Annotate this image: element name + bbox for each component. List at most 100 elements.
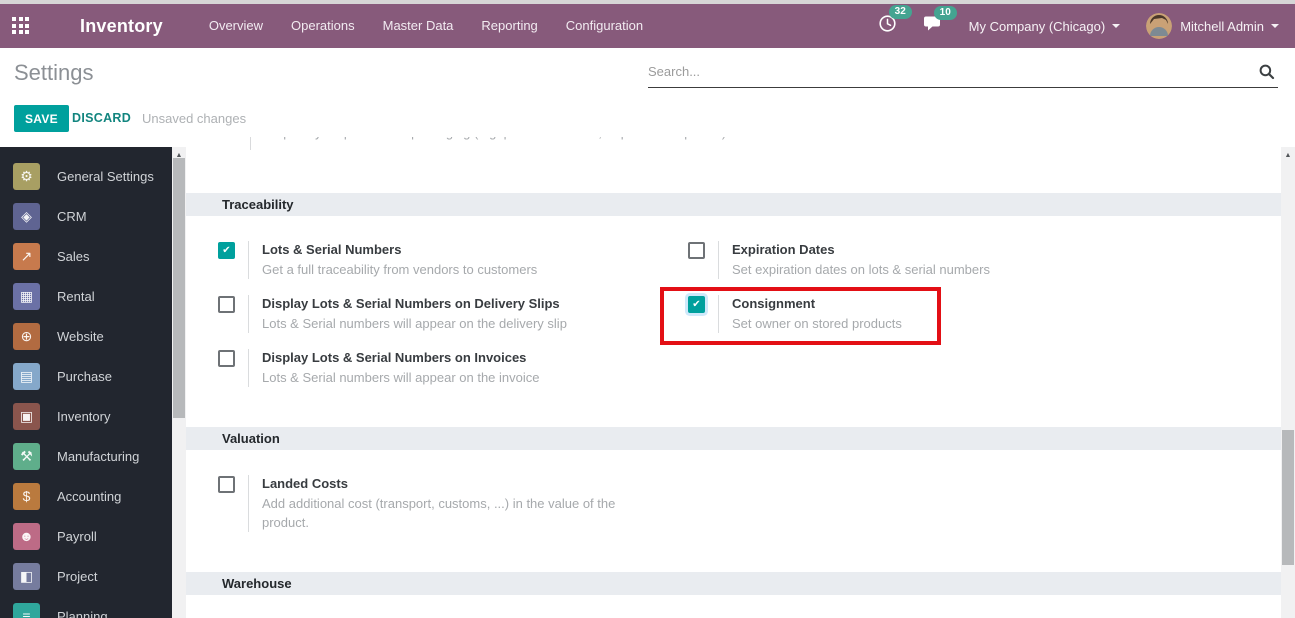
setting-title[interactable]: Display Lots & Serial Numbers on Deliver… bbox=[262, 295, 567, 312]
setting-description: Lots & Serial numbers will appear on the… bbox=[262, 316, 567, 331]
invoice-icon: $ bbox=[13, 482, 40, 510]
setting-title[interactable]: Consignment bbox=[732, 295, 902, 312]
section-valuation: Valuation bbox=[186, 427, 1281, 450]
handshake-icon: ◈ bbox=[13, 202, 40, 230]
gantt-icon: ≡ bbox=[13, 602, 40, 618]
setting-title[interactable]: Lots & Serial Numbers bbox=[262, 241, 537, 258]
setting-title[interactable]: Display Lots & Serial Numbers on Invoice… bbox=[262, 349, 539, 366]
chart-icon: ↗ bbox=[13, 242, 40, 270]
setting-title[interactable]: Expiration Dates bbox=[732, 241, 990, 258]
discard-button[interactable]: DISCARD bbox=[72, 111, 131, 125]
top-navbar: Inventory Overview Operations Master Dat… bbox=[0, 4, 1295, 48]
activities-button[interactable]: 32 bbox=[878, 5, 912, 38]
sidebar-item-general-settings[interactable]: ⚙ General Settings bbox=[0, 156, 172, 196]
settings-sidebar: ⚙ General Settings ◈ CRM ↗ Sales ▦ Renta… bbox=[0, 147, 172, 618]
content-right-scrollbar[interactable]: ▲ bbox=[1281, 147, 1295, 618]
setting-description: Get a full traceability from vendors to … bbox=[262, 262, 538, 277]
main-menu: Overview Operations Master Data Reportin… bbox=[195, 4, 657, 48]
setting-landed-costs: ✔ Landed Costs Add additional cost (tran… bbox=[218, 475, 620, 532]
employee-icon: ☻ bbox=[13, 522, 40, 550]
company-name: My Company (Chicago) bbox=[968, 18, 1106, 34]
settings-header: Settings SAVE DISCARD Unsaved changes bbox=[0, 48, 1295, 147]
menu-operations[interactable]: Operations bbox=[277, 4, 369, 48]
setting-description: Lots & Serial numbers will appear on the… bbox=[262, 370, 540, 385]
sidebar-item-label: CRM bbox=[57, 208, 87, 224]
setting-title[interactable]: Landed Costs bbox=[262, 475, 620, 492]
clipped-setting-text: Propose your products in packaging (e.g.… bbox=[263, 137, 726, 142]
user-name: Mitchell Admin bbox=[1180, 18, 1264, 34]
sidebar-item-crm[interactable]: ◈ CRM bbox=[0, 196, 172, 236]
chevron-down-icon bbox=[1271, 24, 1279, 28]
app-title[interactable]: Inventory bbox=[80, 16, 163, 37]
sidebar-item-project[interactable]: ◧ Project bbox=[0, 556, 172, 596]
menu-reporting[interactable]: Reporting bbox=[467, 4, 551, 48]
checkbox-consignment[interactable]: ✔ bbox=[688, 296, 705, 313]
settings-content: Propose your products in packaging (e.g.… bbox=[186, 137, 1281, 618]
sidebar-item-label: Manufacturing bbox=[57, 448, 140, 464]
sidebar-item-label: Inventory bbox=[57, 408, 111, 424]
avatar bbox=[1146, 13, 1173, 39]
setting-expiration-dates: ✔ Expiration Dates Set expiration dates … bbox=[688, 241, 990, 279]
activities-count-badge: 32 bbox=[888, 5, 912, 19]
section-title: Valuation bbox=[222, 431, 280, 446]
sidebar-item-purchase[interactable]: ▤ Purchase bbox=[0, 356, 172, 396]
sidebar-item-label: Rental bbox=[57, 288, 95, 304]
scrollbar-thumb[interactable] bbox=[173, 158, 185, 418]
apps-grid-icon[interactable] bbox=[12, 17, 30, 35]
sidebar-item-label: Purchase bbox=[57, 368, 112, 384]
checkbox-display-lots-invoices[interactable]: ✔ bbox=[218, 350, 235, 367]
sidebar-item-label: Payroll bbox=[57, 528, 97, 544]
calendar-icon: ▦ bbox=[13, 282, 40, 310]
checkbox-display-lots-delivery-slips[interactable]: ✔ bbox=[218, 296, 235, 313]
sidebar-item-accounting[interactable]: $ Accounting bbox=[0, 476, 172, 516]
section-warehouse: Warehouse bbox=[186, 572, 1281, 595]
gear-icon: ⚙ bbox=[13, 162, 40, 190]
sidebar-item-payroll[interactable]: ☻ Payroll bbox=[0, 516, 172, 556]
sidebar-item-label: Planning bbox=[57, 608, 108, 618]
wrench-icon: ⚒ bbox=[13, 442, 40, 470]
globe-icon: ⊕ bbox=[13, 322, 40, 350]
sidebar-item-rental[interactable]: ▦ Rental bbox=[0, 276, 172, 316]
search-bar bbox=[648, 62, 1278, 88]
scroll-up-arrow-icon[interactable]: ▲ bbox=[1281, 147, 1295, 159]
menu-configuration[interactable]: Configuration bbox=[552, 4, 657, 48]
setting-lots-serial-numbers: ✔ Lots & Serial Numbers Get a full trace… bbox=[218, 241, 537, 279]
setting-display-lots-delivery-slips: ✔ Display Lots & Serial Numbers on Deliv… bbox=[218, 295, 567, 333]
checkbox-landed-costs[interactable]: ✔ bbox=[218, 476, 235, 493]
menu-master-data[interactable]: Master Data bbox=[369, 4, 468, 48]
search-icon[interactable] bbox=[1258, 63, 1276, 86]
page-title: Settings bbox=[14, 60, 94, 85]
sidebar-item-label: Project bbox=[57, 568, 98, 584]
section-traceability: Traceability bbox=[186, 193, 1281, 216]
setting-display-lots-invoices: ✔ Display Lots & Serial Numbers on Invoi… bbox=[218, 349, 539, 387]
sidebar-item-label: General Settings bbox=[57, 168, 154, 184]
sidebar-item-label: Sales bbox=[57, 248, 90, 264]
section-title: Warehouse bbox=[222, 576, 292, 591]
messages-count-badge: 10 bbox=[933, 5, 957, 20]
sidebar-item-label: Accounting bbox=[57, 488, 122, 504]
credit-card-icon: ▤ bbox=[13, 362, 40, 390]
setting-consignment: ✔ Consignment Set owner on stored produc… bbox=[688, 295, 902, 333]
content-left-scrollbar[interactable]: ▲ bbox=[172, 147, 186, 618]
checkbox-expiration-dates[interactable]: ✔ bbox=[688, 242, 705, 259]
menu-overview[interactable]: Overview bbox=[195, 4, 277, 48]
sidebar-item-label: Website bbox=[57, 328, 104, 344]
search-input[interactable] bbox=[648, 62, 1232, 81]
unsaved-changes-label: Unsaved changes bbox=[142, 111, 247, 126]
user-menu[interactable]: Mitchell Admin bbox=[1146, 13, 1279, 39]
sidebar-item-planning[interactable]: ≡ Planning bbox=[0, 596, 172, 618]
sidebar-item-manufacturing[interactable]: ⚒ Manufacturing bbox=[0, 436, 172, 476]
checkbox-lots-serial-numbers[interactable]: ✔ bbox=[218, 242, 235, 259]
sidebar-item-sales[interactable]: ↗ Sales bbox=[0, 236, 172, 276]
scrollbar-thumb[interactable] bbox=[1282, 430, 1294, 565]
clipped-row-divider bbox=[250, 137, 251, 150]
company-switcher[interactable]: My Company (Chicago) bbox=[969, 19, 1121, 34]
setting-description: Set owner on stored products bbox=[732, 316, 902, 331]
section-title: Traceability bbox=[222, 197, 294, 212]
sidebar-item-website[interactable]: ⊕ Website bbox=[0, 316, 172, 356]
sidebar-item-inventory[interactable]: ▣ Inventory bbox=[0, 396, 172, 436]
save-button[interactable]: SAVE bbox=[14, 105, 69, 132]
puzzle-icon: ◧ bbox=[13, 562, 40, 590]
messages-button[interactable]: 10 bbox=[923, 5, 957, 38]
setting-description: Add additional cost (transport, customs,… bbox=[262, 496, 616, 530]
